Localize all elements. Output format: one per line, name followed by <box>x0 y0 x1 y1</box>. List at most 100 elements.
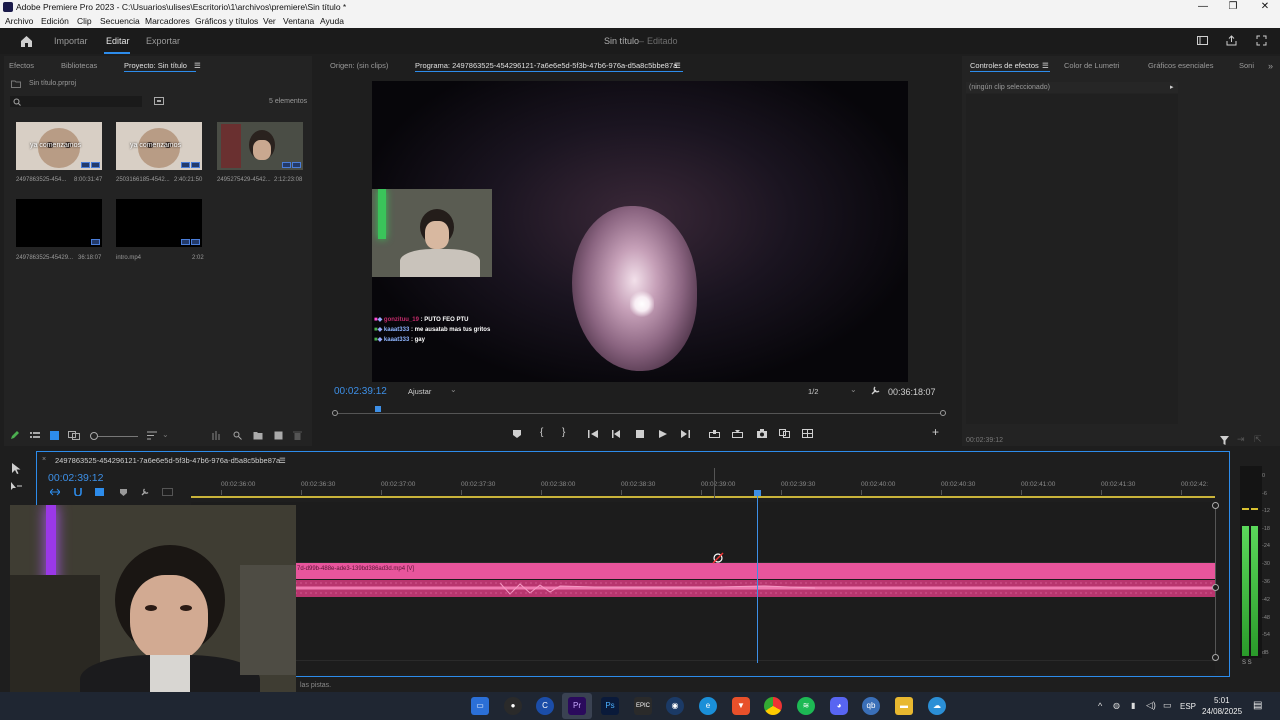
premiere-icon[interactable]: Pr <box>568 697 586 715</box>
menu-ver[interactable]: Ver <box>263 16 276 26</box>
new-bin-button-icon[interactable] <box>253 431 263 440</box>
tab-programa[interactable]: Programa: 2497863525-454296121-7a6e6e5d-… <box>415 61 677 70</box>
camera-icon[interactable] <box>757 429 767 438</box>
timeline-wrench-icon[interactable] <box>141 488 149 496</box>
list-view-icon[interactable] <box>30 431 40 440</box>
tray-expand-icon[interactable]: ^ <box>1098 701 1102 711</box>
menu-edicion[interactable]: Edición <box>41 16 69 26</box>
linked-selection-icon[interactable] <box>95 488 104 496</box>
clock-date[interactable]: 24/08/2025 <box>1202 707 1242 716</box>
menu-graficos[interactable]: Gráficos y títulos <box>195 16 258 26</box>
nest-icon[interactable] <box>50 488 60 496</box>
playhead-timecode[interactable]: 00:02:39:12 <box>334 386 387 397</box>
gamepad-icon[interactable]: ◍ <box>1113 701 1120 710</box>
menu-ventana[interactable]: Ventana <box>283 16 314 26</box>
edge-icon[interactable]: e <box>699 697 717 715</box>
selection-tool-icon[interactable] <box>12 463 21 474</box>
tab-importar[interactable]: Importar <box>54 36 88 46</box>
track-select-icon[interactable] <box>11 482 22 491</box>
tab-color-lumetri[interactable]: Color de Lumetri <box>1064 61 1119 70</box>
media-thumbnail[interactable]: ya comenzamos <box>116 122 202 170</box>
vertical-zoom-track[interactable] <box>1215 504 1216 654</box>
freeform-view-icon[interactable] <box>68 431 80 440</box>
tab-graficos-esenciales[interactable]: Gráficos esenciales <box>1148 61 1213 70</box>
timeline-playhead-line[interactable] <box>757 496 758 663</box>
speaker-icon[interactable]: ◁) <box>1146 700 1156 711</box>
fit-dropdown[interactable]: Ajustar <box>408 387 431 396</box>
menu-ayuda[interactable]: Ayuda <box>320 16 344 26</box>
automate-to-sequence-icon[interactable] <box>212 431 222 440</box>
close-button[interactable]: ✕ <box>1250 0 1280 14</box>
play-icon[interactable] <box>659 430 667 438</box>
files-icon[interactable]: ▭ <box>471 697 489 715</box>
stop-icon[interactable] <box>636 430 644 438</box>
more-tabs-icon[interactable]: » <box>1268 61 1273 71</box>
panel-menu-icon[interactable]: ☰ <box>1042 61 1049 70</box>
add-button-icon[interactable]: + <box>932 425 939 439</box>
pencil-icon[interactable] <box>10 431 19 440</box>
multicam-icon[interactable] <box>802 429 813 438</box>
brave-icon[interactable]: ▼ <box>732 697 750 715</box>
close-sequence-icon[interactable]: × <box>42 456 46 463</box>
project-search-input[interactable] <box>10 96 142 107</box>
chevron-down-icon[interactable]: ⌄ <box>850 385 857 394</box>
chevron-down-icon[interactable]: ⌄ <box>450 385 457 394</box>
app-icon[interactable]: ☁ <box>928 697 946 715</box>
media-thumbnail[interactable] <box>217 122 303 170</box>
step-forward-icon[interactable] <box>681 430 690 438</box>
chevron-down-icon[interactable]: ⌄ <box>162 430 169 439</box>
comparison-view-icon[interactable] <box>779 429 790 438</box>
explorer-icon[interactable]: ▬ <box>895 697 913 715</box>
go-to-in-icon[interactable] <box>588 430 598 438</box>
chrome-icon[interactable] <box>764 697 782 715</box>
lift-icon[interactable] <box>709 430 720 438</box>
tab-editar[interactable]: Editar <box>106 36 130 46</box>
expand-arrow-icon[interactable]: ▸ <box>1170 83 1174 91</box>
vertical-zoom-handle-bottom[interactable] <box>1212 654 1219 661</box>
menu-clip[interactable]: Clip <box>77 16 92 26</box>
timeline-marker-icon[interactable] <box>120 489 127 496</box>
clock-time[interactable]: 5:01 <box>1214 696 1230 705</box>
wrench-icon[interactable] <box>871 386 880 395</box>
steam-icon[interactable]: ◉ <box>666 697 684 715</box>
language-indicator[interactable]: ESP <box>1180 702 1196 711</box>
epic-icon[interactable]: EPIC <box>634 697 652 715</box>
find-icon[interactable] <box>233 431 242 440</box>
zoom-slider-handle[interactable] <box>90 432 98 440</box>
solo-buttons[interactable]: S S <box>1242 660 1252 666</box>
menu-secuencia[interactable]: Secuencia <box>100 16 140 26</box>
tab-bibliotecas[interactable]: Bibliotecas <box>61 61 97 70</box>
snap-icon[interactable] <box>74 488 82 496</box>
program-video-frame[interactable]: ■◆ gonzituu_19 : PUTO FEO PTU ■◆ kaaat33… <box>372 81 908 382</box>
tab-origen[interactable]: Origen: (sin clips) <box>330 61 388 70</box>
spotify-icon[interactable]: ≋ <box>797 697 815 715</box>
menu-marcadores[interactable]: Marcadores <box>145 16 190 26</box>
share-icon[interactable] <box>1226 35 1237 46</box>
maximize-button[interactable]: ❐ <box>1218 0 1248 14</box>
tab-sonido[interactable]: Soni <box>1239 61 1254 70</box>
zoom-slider[interactable] <box>98 436 138 437</box>
microphone-icon[interactable]: ▮ <box>1131 701 1135 710</box>
mark-in-icon[interactable]: { <box>540 427 543 438</box>
network-icon[interactable]: ▭ <box>1163 700 1172 711</box>
add-marker-icon[interactable] <box>513 430 521 438</box>
step-back-icon[interactable] <box>612 430 621 438</box>
discord-icon[interactable]: ◕ <box>830 697 848 715</box>
fullscreen-icon[interactable] <box>1256 35 1267 46</box>
media-thumbnail[interactable]: ya comenzamos <box>16 122 102 170</box>
media-thumbnail[interactable] <box>116 199 202 247</box>
menu-archivo[interactable]: Archivo <box>5 16 33 26</box>
panel-menu-icon[interactable]: ☰ <box>674 61 681 70</box>
audio-clip[interactable] <box>295 580 1215 597</box>
timeline-timecode[interactable]: 00:02:39:12 <box>48 472 103 484</box>
extract-icon[interactable] <box>732 430 743 438</box>
monitor-playhead[interactable] <box>374 406 381 412</box>
captions-icon[interactable] <box>162 488 173 496</box>
obs-icon[interactable]: ● <box>504 697 522 715</box>
qbittorrent-icon[interactable]: qb <box>862 697 880 715</box>
panel-menu-icon[interactable]: ☰ <box>194 61 201 70</box>
tab-efectos[interactable]: Efectos <box>9 61 34 70</box>
home-icon[interactable] <box>20 35 33 47</box>
photoshop-icon[interactable]: Ps <box>601 697 619 715</box>
new-item-icon[interactable] <box>274 431 283 440</box>
